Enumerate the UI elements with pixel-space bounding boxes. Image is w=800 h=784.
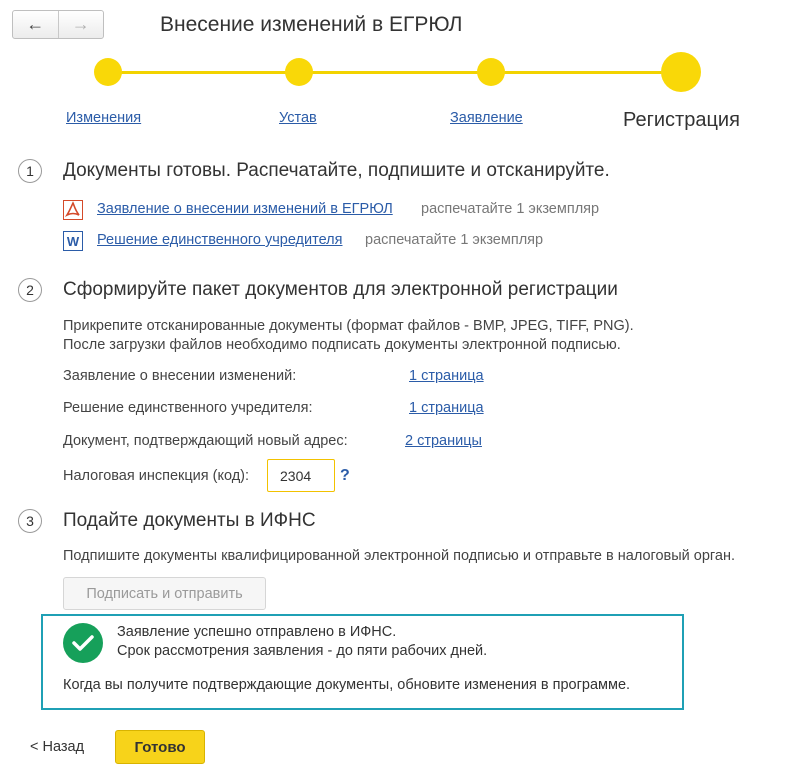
tax-office-label: Налоговая инспекция (код): bbox=[63, 468, 250, 484]
help-icon[interactable]: ? bbox=[340, 467, 350, 485]
section-1-title: Документы готовы. Распечатайте, подпишит… bbox=[63, 160, 610, 181]
sign-and-send-button[interactable]: Подписать и отправить bbox=[63, 577, 266, 610]
section-2-title: Сформируйте пакет документов для электро… bbox=[63, 279, 618, 300]
section-1-number: 1 bbox=[18, 159, 42, 183]
step-link-application[interactable]: Заявление bbox=[450, 110, 523, 126]
step-link-changes[interactable]: Изменения bbox=[66, 110, 141, 126]
step-dot-2[interactable] bbox=[285, 58, 313, 86]
word-icon: W bbox=[63, 231, 83, 251]
forward-arrow-icon[interactable]: → bbox=[59, 11, 104, 38]
section-2-description-2: После загрузки файлов необходимо подписа… bbox=[63, 337, 621, 353]
done-button[interactable]: Готово bbox=[115, 730, 205, 764]
svg-text:W: W bbox=[67, 234, 80, 249]
attachment-pages-address[interactable]: 2 страницы bbox=[405, 433, 482, 449]
page-title: Внесение изменений в ЕГРЮЛ bbox=[160, 13, 463, 36]
doc-link-application[interactable]: Заявление о внесении изменений в ЕГРЮЛ bbox=[97, 201, 393, 217]
pdf-icon bbox=[63, 200, 83, 220]
attachment-pages-decision[interactable]: 1 страница bbox=[409, 400, 484, 416]
doc-link-decision[interactable]: Решение единственного учредителя bbox=[97, 232, 343, 248]
check-icon bbox=[63, 623, 103, 663]
stepper-line bbox=[108, 71, 682, 74]
success-line-1: Заявление успешно отправлено в ИФНС. bbox=[117, 624, 397, 640]
attachment-label-address: Документ, подтверждающий новый адрес: bbox=[63, 433, 348, 449]
tax-office-input[interactable] bbox=[267, 459, 335, 492]
section-2-number: 2 bbox=[18, 278, 42, 302]
step-dot-current bbox=[661, 52, 701, 92]
step-dot-1[interactable] bbox=[94, 58, 122, 86]
attachment-pages-application[interactable]: 1 страница bbox=[409, 368, 484, 384]
doc-hint-decision: распечатайте 1 экземпляр bbox=[365, 232, 544, 248]
attachment-label-application: Заявление о внесении изменений: bbox=[63, 368, 297, 384]
back-arrow-icon[interactable]: ← bbox=[13, 11, 59, 38]
doc-hint-application: распечатайте 1 экземпляр bbox=[421, 201, 600, 217]
success-line-2: Срок рассмотрения заявления - до пяти ра… bbox=[117, 643, 488, 659]
section-3-number: 3 bbox=[18, 509, 42, 533]
back-link[interactable]: < Назад bbox=[30, 739, 84, 755]
success-note: Когда вы получите подтверждающие докумен… bbox=[63, 677, 631, 693]
navigation-buttons: ← → bbox=[12, 10, 104, 39]
step-dot-3[interactable] bbox=[477, 58, 505, 86]
section-3-description: Подпишите документы квалифицированной эл… bbox=[63, 548, 735, 564]
section-2-description-1: Прикрепите отсканированные документы (фо… bbox=[63, 318, 634, 334]
attachment-label-decision: Решение единственного учредителя: bbox=[63, 400, 313, 416]
step-label-current: Регистрация bbox=[623, 109, 740, 131]
section-3-title: Подайте документы в ИФНС bbox=[63, 510, 316, 531]
step-link-charter[interactable]: Устав bbox=[279, 110, 317, 126]
